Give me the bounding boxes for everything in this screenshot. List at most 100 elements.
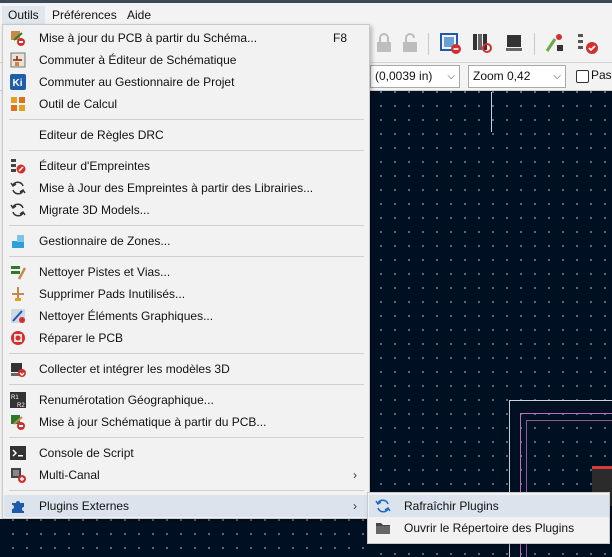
refresh-footprints-icon [10,181,26,195]
pcb-canvas-bottom[interactable] [0,519,368,557]
update-schematic-icon [11,415,25,430]
menu-item-drc-rules[interactable]: Editeur de Règles DRC [4,124,369,146]
update-pcb-icon [11,31,25,46]
menu-item-migrate-3d[interactable]: Migrate 3D Models... [4,199,369,221]
chevron-down-icon: ⌵ [447,71,455,82]
menu-item-label: Nettoyer Éléments Graphiques... [39,309,214,323]
zone-manager-icon [12,235,24,248]
menu-item-script-console[interactable]: Console de Script [4,442,369,464]
menu-item-multichannel[interactable]: Multi-Canal › [4,464,369,486]
menu-item-update-pcb[interactable]: Mise à jour du PCB à partir du Schéma...… [4,27,369,49]
pass-checkbox-label: Pass [591,68,612,82]
menu-item-label: Multi-Canal [39,468,100,482]
grid-select[interactable]: (0,0039 in) ⌵ [370,65,460,88]
submenu-arrow-icon: › [353,499,357,513]
submenu-arrow-icon: › [353,468,357,482]
svg-text:R1: R1 [11,395,19,401]
menu-item-label: Outil de Calcul [39,97,118,111]
menu-item-label: Console de Script [39,446,134,460]
menu-separator [9,490,364,491]
chevron-down-icon: ⌵ [553,71,561,82]
unlock-icon[interactable] [398,31,422,55]
menu-outils[interactable]: Outils [2,6,45,24]
menu-preferences[interactable]: Préférences [46,6,123,24]
menu-item-label: Mise à Jour des Empreintes à partir des … [39,181,314,195]
multichannel-icon [11,468,26,483]
menu-separator [9,353,364,354]
migrate-3d-icon [10,203,26,217]
zoom-select-value: Zoom 0,42 [473,69,531,83]
menu-item-label: Réparer le PCB [39,331,124,345]
menu-item-repair-pcb[interactable]: Réparer le PCB [4,327,369,349]
refresh-plugins-icon [375,499,391,513]
plugins-submenu: Rafraîchir Plugins Ouvrir le Répertoire … [367,492,610,544]
script-console-icon [10,446,26,460]
menu-item-cleanup-graphics[interactable]: Nettoyer Éléments Graphiques... [4,305,369,327]
menu-item-update-footprints[interactable]: Mise à Jour des Empreintes à partir des … [4,177,369,199]
menu-item-remove-pads[interactable]: Supprimer Pads Inutilisés... [4,283,369,305]
menu-item-refresh-plugins[interactable]: Rafraîchir Plugins [369,495,609,517]
svg-text:Ki: Ki [13,78,23,89]
menu-item-project-manager[interactable]: Ki Commuter au Gestionnaire de Projet [4,71,369,93]
zoom-select[interactable]: Zoom 0,42 ⌵ [468,65,566,88]
menu-item-label: Collecter et intégrer les modèles 3D [39,362,230,376]
shortcut-label: F8 [332,31,347,45]
menu-item-label: Migrate 3D Models... [39,203,150,217]
menu-item-label: Plugins Externes [39,499,130,513]
footprint-icon[interactable] [503,31,527,55]
cleanup-tracks-icon [11,266,26,280]
menu-separator [9,384,364,385]
menu-item-calculator[interactable]: Outil de Calcul [4,93,369,115]
menu-separator [9,437,364,438]
menu-separator [9,256,364,257]
menu-separator [9,150,364,151]
toolbar-separator [534,33,535,55]
repair-pcb-icon [11,331,25,345]
grid-select-value: (0,0039 in) [375,69,433,83]
remove-pads-icon [12,287,24,301]
menu-separator [9,119,364,120]
menu-item-label: Editeur de Règles DRC [39,128,164,142]
menubar: Outils Préférences Aide [0,3,612,25]
menu-item-label: Mise à jour Schématique à partir du PCB.… [39,415,267,429]
netlist-icon[interactable] [438,31,462,55]
drc-icon[interactable] [575,31,599,55]
menu-separator [9,225,364,226]
menu-item-update-schematic[interactable]: Mise à jour Schématique à partir du PCB.… [4,411,369,433]
menu-item-footprint-editor[interactable]: Éditeur d'Empreintes [4,155,369,177]
menu-item-label: Commuter au Gestionnaire de Projet [39,75,235,89]
folder-icon [376,523,390,534]
library-browser-icon[interactable] [470,31,494,55]
collect-3d-icon [11,363,26,377]
outils-menu: Mise à jour du PCB à partir du Schéma...… [2,24,370,519]
menu-item-label: Ouvrir le Répertoire des Plugins [404,521,575,535]
menu-item-label: Commuter à Éditeur de Schématique [39,53,237,67]
menu-item-collect-3d[interactable]: Collecter et intégrer les modèles 3D [4,358,369,380]
scripting-icon[interactable] [543,31,567,55]
menu-item-label: Nettoyer Pistes et Vias... [39,265,171,279]
pass-checkbox[interactable] [576,70,589,83]
menu-item-label: Éditeur d'Empreintes [39,159,151,173]
menu-item-open-plugins-dir[interactable]: Ouvrir le Répertoire des Plugins [369,517,609,539]
menu-item-external-plugins[interactable]: Plugins Externes › [4,495,369,517]
schematic-editor-icon [10,52,26,68]
menu-item-label: Supprimer Pads Inutilisés... [39,287,186,301]
cursor-line [491,92,492,132]
menu-item-schematic-editor[interactable]: Commuter à Éditeur de Schématique [4,49,369,71]
renumber-icon: R1R2 [10,392,26,408]
menu-item-renumber[interactable]: R1 R2 Renumérotation Géographique... [4,389,369,411]
svg-text:R2: R2 [17,403,25,408]
menu-item-zone-manager[interactable]: Gestionnaire de Zones... [4,230,369,252]
menu-aide[interactable]: Aide [121,6,157,24]
plugins-icon [12,501,24,513]
lock-icon[interactable] [372,31,396,55]
menu-item-label: Gestionnaire de Zones... [39,234,171,248]
menu-item-label: Mise à jour du PCB à partir du Schéma... [39,31,258,45]
calculator-icon [11,97,25,111]
menu-item-label: Rafraîchir Plugins [404,499,499,513]
menu-item-cleanup-tracks[interactable]: Nettoyer Pistes et Vias... [4,261,369,283]
kicad-project-icon: Ki [10,74,26,90]
menu-item-label: Renumérotation Géographique... [39,393,214,407]
toolbar-separator [428,33,429,55]
cleanup-graphics-icon [11,309,25,323]
